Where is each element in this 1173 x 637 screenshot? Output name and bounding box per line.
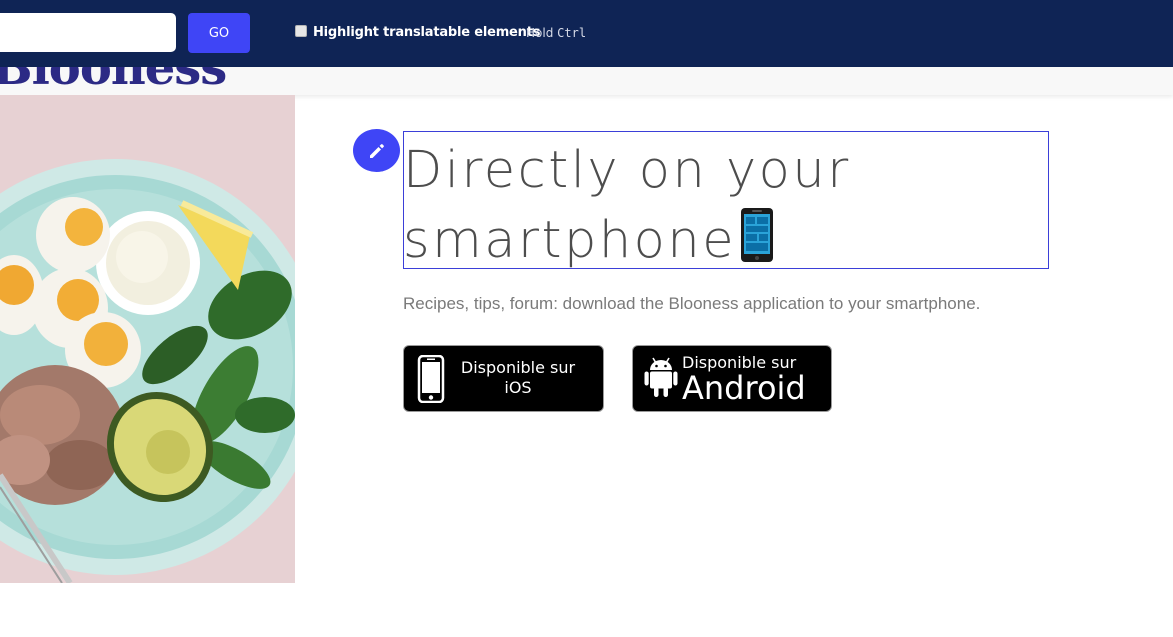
translation-toolbar: GO Highlight translatable elements Hold … xyxy=(0,0,1173,67)
highlight-hint: Hold Ctrl xyxy=(526,26,586,40)
highlight-checkbox[interactable] xyxy=(295,25,307,37)
food-plate-image xyxy=(0,95,295,583)
go-button[interactable]: GO xyxy=(188,13,250,53)
ios-badge-text: Disponible sur iOS xyxy=(452,358,584,398)
hint-key: Ctrl xyxy=(557,26,587,40)
ios-badge-line2: iOS xyxy=(504,378,532,397)
page-title-text: Directly on your smartphone xyxy=(403,141,851,270)
highlight-label[interactable]: Highlight translatable elements xyxy=(313,25,540,40)
site-logo[interactable]: Blooness xyxy=(0,67,227,95)
page-title: Directly on your smartphone xyxy=(403,136,1043,276)
hint-prefix: Hold xyxy=(526,26,554,40)
pencil-icon xyxy=(369,143,384,158)
edit-button[interactable] xyxy=(353,129,400,172)
ios-badge-line1: Disponible sur xyxy=(460,358,576,377)
site-header: Blooness xyxy=(0,67,1173,95)
url-input[interactable] xyxy=(0,13,176,52)
android-store-badge[interactable]: Disponible sur Android xyxy=(632,345,832,412)
mobile-phone-emoji-icon xyxy=(741,208,774,262)
ios-store-badge[interactable]: Disponible sur iOS xyxy=(403,345,604,412)
android-icon xyxy=(644,357,678,397)
page-subtitle: Recipes, tips, forum: download the Bloon… xyxy=(403,294,981,313)
iphone-icon xyxy=(417,355,445,403)
android-badge-line2: Android xyxy=(682,369,806,407)
food-plate-photo-icon xyxy=(0,95,295,583)
